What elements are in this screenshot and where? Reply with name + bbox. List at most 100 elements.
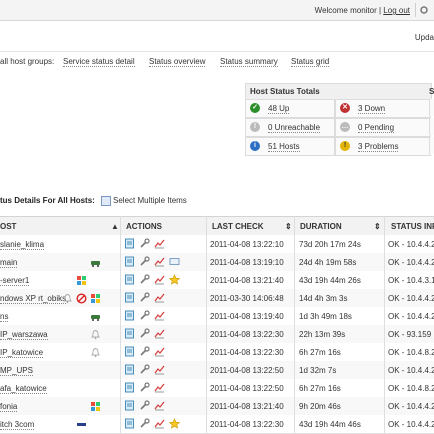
configure-icon[interactable]: [139, 346, 150, 357]
hosts-icon: i: [250, 141, 260, 151]
sort-host-icon[interactable]: ▲: [111, 222, 119, 231]
column-last-check[interactable]: LAST CHECK: [212, 222, 264, 231]
hosts-down-cell[interactable]: ✕ 3 Down: [335, 99, 431, 118]
host-name-link[interactable]: -server1: [0, 276, 30, 286]
host-name-link[interactable]: afa_katowice: [0, 384, 47, 394]
configure-icon[interactable]: [139, 382, 150, 393]
graph-icon[interactable]: [154, 274, 165, 285]
table-row: IP_katowice 2011-04-08 13:22:30 6h 27m 16s…: [0, 343, 434, 362]
duration-cell: 73d 20h 17m 24s: [299, 240, 361, 249]
sort-duration-icon[interactable]: ⇕: [374, 222, 381, 231]
status-info-cell: OK - 10.4.4.2: [388, 402, 434, 411]
favorite-star-icon[interactable]: [168, 274, 181, 285]
service-detail-icon[interactable]: [124, 346, 135, 357]
host-groups-label: all host groups:: [0, 57, 55, 66]
top-bar: Welcome monitor | Log out: [0, 0, 434, 21]
favorite-star-icon[interactable]: [168, 418, 181, 429]
hosts-pending-count[interactable]: 0 Pending: [358, 123, 395, 133]
status-overview-link[interactable]: Status overview: [149, 57, 206, 67]
problems-icon: !: [340, 141, 350, 151]
duration-cell: 14d 4h 3m 3s: [299, 294, 348, 303]
service-detail-icon[interactable]: [124, 256, 135, 267]
hosts-total-count[interactable]: 51 Hosts: [268, 142, 300, 152]
welcome-text: Welcome monitor | Log out: [315, 6, 410, 15]
column-status-info[interactable]: STATUS INF: [391, 222, 434, 231]
status-info-cell: OK - 10.4.4.2: [388, 258, 434, 267]
host-grid-header: OST ▲ ACTIONS LAST CHECK ⇕ DURATION ⇕ ST…: [0, 216, 434, 236]
hosts-unreachable-count[interactable]: 0 Unreachable: [268, 123, 321, 133]
host-name-link[interactable]: IP_katowice: [0, 348, 44, 358]
notifications-icon: [90, 347, 100, 358]
service-detail-icon[interactable]: [124, 310, 135, 321]
select-multiple-items-link[interactable]: Select Multiple Items: [101, 196, 187, 206]
graph-icon[interactable]: [154, 382, 165, 393]
hosts-up-count[interactable]: 48 Up: [268, 104, 290, 114]
hosts-pending-cell[interactable]: … 0 Pending: [335, 118, 431, 137]
configure-icon[interactable]: [139, 292, 150, 303]
host-name-link[interactable]: itch 3com: [0, 420, 35, 430]
last-check-cell: 2011-04-08 13:19:40: [210, 312, 284, 321]
hosts-unreachable-cell[interactable]: ! 0 Unreachable: [245, 118, 335, 137]
configure-icon[interactable]: [139, 418, 150, 429]
service-detail-icon[interactable]: [124, 418, 135, 429]
service-detail-icon[interactable]: [124, 274, 135, 285]
graph-icon[interactable]: [154, 238, 165, 249]
service-status-detail-link[interactable]: Service status detail: [63, 57, 135, 67]
graph-icon[interactable]: [154, 310, 165, 321]
status-info-cell: OK - 10.4.4.2: [388, 366, 434, 375]
host-name-link[interactable]: main: [0, 258, 18, 268]
graph-icon[interactable]: [154, 418, 165, 429]
pending-icon: …: [340, 122, 350, 132]
status-info-cell: OK - 10.4.4.2: [388, 420, 434, 429]
hosts-down-count[interactable]: 3 Down: [358, 104, 386, 114]
host-name-link[interactable]: slanie_klima: [0, 240, 45, 250]
up-icon: ✓: [250, 103, 260, 113]
host-name-link[interactable]: fonia: [0, 402, 18, 412]
last-check-cell: 2011-04-08 13:22:30: [210, 330, 284, 339]
hosts-problems-count[interactable]: 3 Problems: [358, 142, 399, 152]
graph-icon[interactable]: [154, 328, 165, 339]
configure-icon[interactable]: [139, 364, 150, 375]
comment-icon[interactable]: [169, 256, 180, 267]
service-detail-icon[interactable]: [124, 328, 135, 339]
configure-icon[interactable]: [139, 310, 150, 321]
logout-link[interactable]: Log out: [383, 6, 410, 15]
graph-icon[interactable]: [154, 364, 165, 375]
status-summary-link[interactable]: Status summary: [220, 57, 278, 67]
configure-icon[interactable]: [139, 328, 150, 339]
host-name-link[interactable]: IP_warszawa: [0, 330, 48, 340]
hosts-up-cell[interactable]: ✓ 48 Up: [245, 99, 335, 118]
sort-last-check-icon[interactable]: ⇕: [285, 222, 292, 231]
service-detail-icon[interactable]: [124, 382, 135, 393]
host-name-link[interactable]: MP_UPS: [0, 366, 33, 376]
graph-icon[interactable]: [154, 256, 165, 267]
status-info-cell: OK - 93.159: [388, 330, 432, 339]
host-name-link[interactable]: ns: [0, 312, 9, 322]
service-detail-icon[interactable]: [124, 238, 135, 249]
duration-cell: 43d 19h 44m 46s: [299, 420, 361, 429]
service-totals-edge: [429, 118, 434, 135]
column-host[interactable]: OST: [0, 222, 16, 231]
last-check-cell: 2011-03-30 14:06:48: [210, 294, 284, 303]
column-divider: [294, 216, 295, 433]
graph-icon[interactable]: [154, 346, 165, 357]
service-detail-icon[interactable]: [124, 364, 135, 375]
configure-icon[interactable]: [139, 256, 150, 267]
graph-icon[interactable]: [154, 400, 165, 411]
last-check-cell: 2011-04-08 13:21:40: [210, 402, 284, 411]
configure-icon[interactable]: [139, 400, 150, 411]
column-duration[interactable]: DURATION: [300, 222, 342, 231]
hosts-total-cell[interactable]: i 51 Hosts: [245, 137, 335, 156]
host-name-link[interactable]: ndows XP rt_obiks: [0, 294, 67, 304]
status-grid-link[interactable]: Status grid: [291, 57, 330, 67]
select-multiple-label[interactable]: Select Multiple Items: [113, 196, 187, 205]
settings-button[interactable]: [415, 3, 430, 17]
graph-icon[interactable]: [154, 292, 165, 303]
configure-icon[interactable]: [139, 274, 150, 285]
unreachable-icon: !: [250, 122, 260, 132]
configure-icon[interactable]: [139, 238, 150, 249]
network-device-icon: [90, 311, 100, 321]
service-detail-icon[interactable]: [124, 400, 135, 411]
hosts-problems-cell[interactable]: ! 3 Problems: [335, 137, 431, 156]
service-detail-icon[interactable]: [124, 292, 135, 303]
